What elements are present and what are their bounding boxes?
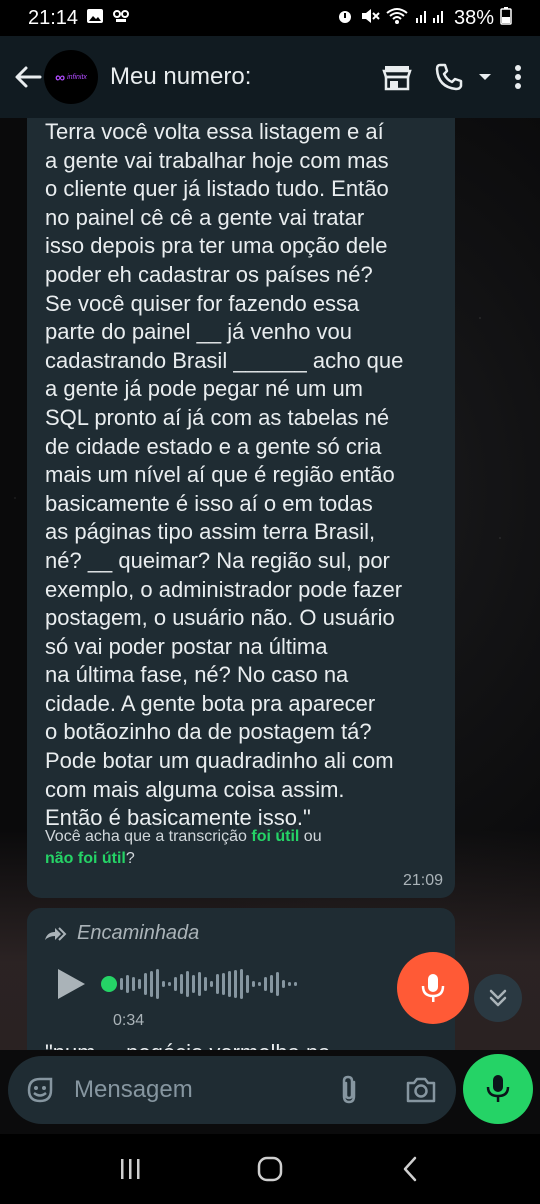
more-options-button[interactable] [514, 64, 522, 90]
call-button[interactable] [434, 62, 492, 92]
attach-button[interactable] [334, 1074, 364, 1106]
camera-button[interactable] [404, 1074, 438, 1106]
home-button[interactable] [250, 1149, 290, 1189]
status-bar: 21:14 38% [0, 0, 540, 36]
scroll-to-bottom-button[interactable] [474, 974, 522, 1022]
feedback-or: ou [299, 828, 322, 845]
next-transcription-snippet: "num ... negócio vermelha na [45, 1040, 330, 1050]
avatar-logo-symbol: ∞ [55, 69, 66, 85]
feedback-suffix: ? [125, 850, 135, 867]
microphone-icon [421, 974, 445, 1002]
audio-waveform[interactable] [101, 964, 297, 1004]
message-time: 21:09 [402, 872, 443, 889]
voicemail-icon [112, 8, 130, 29]
play-icon[interactable] [55, 967, 87, 1001]
signal-icon [414, 8, 448, 29]
voice-note-mic-badge [397, 952, 469, 1024]
system-back-button[interactable] [390, 1149, 430, 1189]
battery-percent: 38% [453, 6, 494, 29]
composer-bar: Mensagem [0, 1050, 540, 1134]
forward-icon [45, 926, 67, 941]
recent-apps-icon [121, 1159, 140, 1179]
feedback-prefix: Você acha que a transcrição [45, 828, 252, 845]
status-time: 21:14 [28, 6, 79, 29]
chevron-down-icon [479, 74, 491, 80]
forwarded-label: Encaminhada [43, 922, 439, 945]
message-input-container[interactable]: Mensagem [8, 1056, 456, 1124]
back-button[interactable] [8, 57, 48, 97]
message-bubble[interactable]: Terra você volta essa listagem e aí a ge… [27, 118, 455, 898]
double-chevron-down-icon [489, 989, 507, 1007]
feedback-useful-link[interactable]: foi útil [251, 828, 299, 845]
system-navigation-bar [0, 1134, 540, 1204]
chat-header: ∞ infinitx Meu numero: [0, 36, 540, 118]
contact-name[interactable]: Meu numero: [110, 63, 251, 91]
record-voice-button[interactable] [463, 1054, 533, 1124]
camera-icon [406, 1077, 436, 1103]
arrow-left-icon [15, 66, 42, 88]
sticker-emoji-icon [27, 1077, 53, 1103]
message-input[interactable]: Mensagem [74, 1076, 334, 1104]
phone-icon [435, 63, 463, 91]
audio-duration: 0:34 [113, 1012, 145, 1029]
avatar[interactable]: ∞ infinitx [44, 50, 98, 104]
audio-player [55, 964, 297, 1004]
emoji-button[interactable] [24, 1074, 56, 1106]
audio-message-bubble[interactable]: Encaminhada 0:34 "num ... negócio vermel… [27, 908, 469, 1050]
more-vertical-icon [515, 65, 521, 89]
gallery-icon [86, 8, 104, 29]
store-icon [382, 66, 412, 91]
transcription-text: Terra você volta essa listagem e aí a ge… [45, 119, 404, 831]
avatar-logo-text: infinitx [67, 73, 87, 81]
feedback-not-useful-link[interactable]: não foi útil [45, 850, 126, 867]
chevron-left-icon [403, 1156, 417, 1182]
transcription-feedback: Você acha que a transcrição foi útil ou … [45, 826, 425, 870]
paperclip-icon [342, 1075, 356, 1104]
home-icon [257, 1156, 283, 1182]
chat-area[interactable]: Terra você volta essa listagem e aí a ge… [0, 118, 540, 1050]
recent-apps-button[interactable] [110, 1149, 150, 1189]
store-button[interactable] [382, 63, 412, 91]
forwarded-text: Encaminhada [77, 922, 200, 944]
mute-icon [360, 7, 380, 30]
wifi-icon [386, 7, 408, 30]
audio-progress-dot[interactable] [101, 976, 117, 992]
battery-icon [500, 6, 512, 30]
microphone-icon [486, 1075, 510, 1102]
alarm-icon [336, 7, 354, 30]
